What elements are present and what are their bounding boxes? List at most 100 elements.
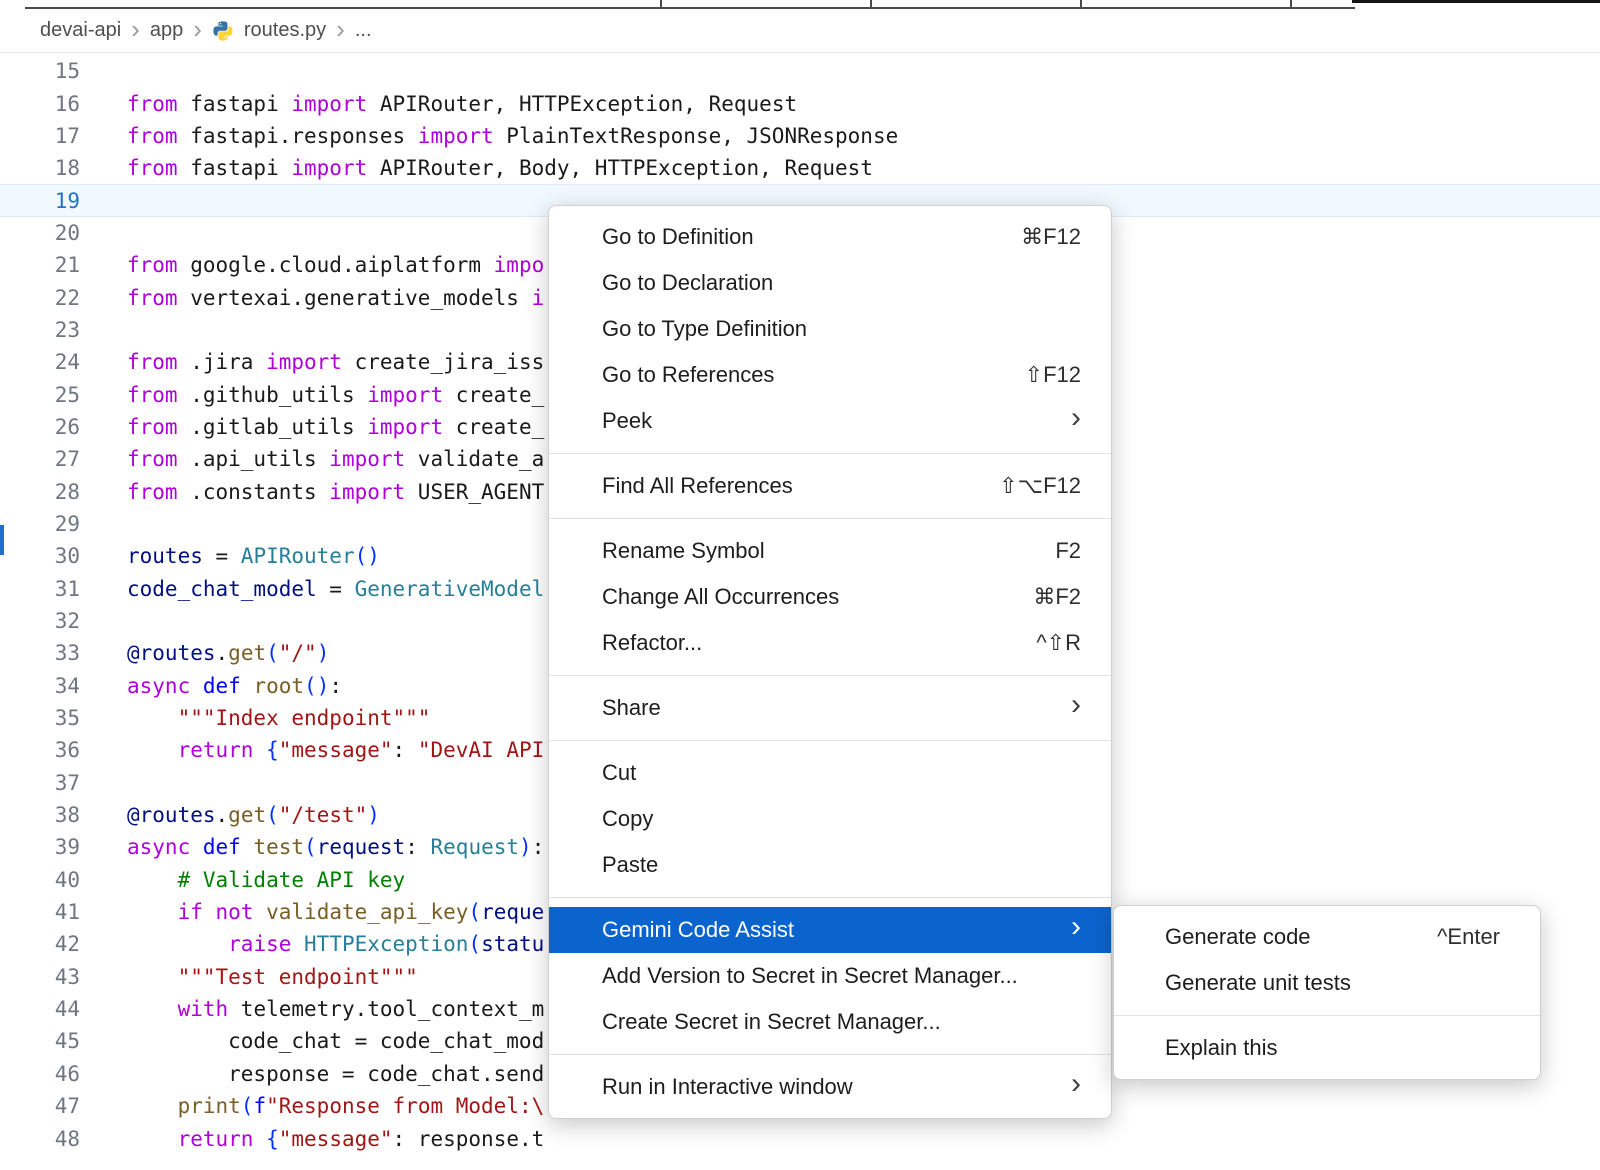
- menu-item-share[interactable]: Share›: [549, 685, 1111, 731]
- menu-item-run-in-interactive-window[interactable]: Run in Interactive window›: [549, 1064, 1111, 1110]
- line-number[interactable]: 30: [0, 544, 80, 568]
- code-text[interactable]: """Test endpoint""": [127, 965, 418, 989]
- line-number[interactable]: 41: [0, 900, 80, 924]
- menu-item-label: Generate code: [1165, 924, 1311, 950]
- breadcrumb-symbol[interactable]: ...: [355, 19, 372, 42]
- breadcrumb-folder[interactable]: app: [150, 19, 183, 42]
- line-number[interactable]: 19: [0, 189, 80, 213]
- code-text[interactable]: from .api_utils import validate_a: [127, 447, 544, 471]
- line-number[interactable]: 16: [0, 92, 80, 116]
- line-number[interactable]: 44: [0, 997, 80, 1021]
- menu-item-add-version-to-secret-in-secret-manager[interactable]: Add Version to Secret in Secret Manager.…: [549, 953, 1111, 999]
- line-number[interactable]: 39: [0, 835, 80, 859]
- line-number[interactable]: 46: [0, 1062, 80, 1086]
- line-number[interactable]: 40: [0, 868, 80, 892]
- code-text[interactable]: response = code_chat.send: [127, 1062, 544, 1086]
- code-line[interactable]: 16 from fastapi import APIRouter, HTTPExc…: [0, 87, 1600, 119]
- code-text[interactable]: print(f"Response from Model:\: [127, 1094, 544, 1118]
- code-text[interactable]: async def test(request: Request):: [127, 835, 544, 859]
- menu-item-change-all-occurrences[interactable]: Change All Occurrences⌘F2: [549, 574, 1111, 620]
- menu-item-generate-code[interactable]: Generate code ^Enter: [1114, 914, 1540, 960]
- code-text[interactable]: """Index endpoint""": [127, 706, 430, 730]
- code-text[interactable]: return {"message": "DevAI API: [127, 738, 544, 762]
- chevron-right-icon: ›: [193, 19, 202, 43]
- menu-item-label: Go to Definition: [602, 224, 754, 250]
- line-number[interactable]: 17: [0, 124, 80, 148]
- line-number[interactable]: 15: [0, 59, 80, 83]
- menu-item-label: Share: [602, 695, 661, 721]
- code-text[interactable]: # Validate API key: [127, 868, 405, 892]
- menu-item-rename-symbol[interactable]: Rename SymbolF2: [549, 528, 1111, 574]
- line-number[interactable]: 37: [0, 771, 80, 795]
- line-number[interactable]: 35: [0, 706, 80, 730]
- line-number[interactable]: 36: [0, 738, 80, 762]
- menu-item-create-secret-in-secret-manager[interactable]: Create Secret in Secret Manager...: [549, 999, 1111, 1045]
- line-number[interactable]: 33: [0, 641, 80, 665]
- line-number[interactable]: 24: [0, 350, 80, 374]
- code-line[interactable]: 48 return {"message": response.t: [0, 1122, 1600, 1154]
- code-text[interactable]: @routes.get("/"): [127, 641, 329, 665]
- line-number[interactable]: 27: [0, 447, 80, 471]
- code-text[interactable]: from google.cloud.aiplatform impo: [127, 253, 544, 277]
- menu-divider: [549, 740, 1111, 741]
- code-text[interactable]: code_chat_model = GenerativeModel: [127, 577, 544, 601]
- code-text[interactable]: @routes.get("/test"): [127, 803, 380, 827]
- line-number[interactable]: 18: [0, 156, 80, 180]
- code-text[interactable]: from vertexai.generative_models i: [127, 286, 544, 310]
- breadcrumb-file[interactable]: routes.py: [244, 19, 326, 42]
- line-number[interactable]: 29: [0, 512, 80, 536]
- line-number[interactable]: 45: [0, 1029, 80, 1053]
- menu-item-go-to-type-definition[interactable]: Go to Type Definition: [549, 306, 1111, 352]
- line-number[interactable]: 42: [0, 932, 80, 956]
- menu-item-explain-this[interactable]: Explain this: [1114, 1025, 1540, 1071]
- menu-item-label: Add Version to Secret in Secret Manager.…: [602, 963, 1018, 989]
- line-number[interactable]: 34: [0, 674, 80, 698]
- code-text[interactable]: return {"message": response.t: [127, 1127, 544, 1151]
- menu-item-find-all-references[interactable]: Find All References⇧⌥F12: [549, 463, 1111, 509]
- menu-item-go-to-definition[interactable]: Go to Definition⌘F12: [549, 214, 1111, 260]
- line-number[interactable]: 28: [0, 480, 80, 504]
- code-line[interactable]: 18 from fastapi import APIRouter, Body, H…: [0, 152, 1600, 184]
- menu-item-keybinding: ^Enter: [1437, 924, 1500, 950]
- menu-item-go-to-declaration[interactable]: Go to Declaration: [549, 260, 1111, 306]
- code-text[interactable]: from .constants import USER_AGENT: [127, 480, 544, 504]
- code-text[interactable]: with telemetry.tool_context_m: [127, 997, 544, 1021]
- menu-item-gemini-code-assist[interactable]: Gemini Code Assist›: [549, 907, 1111, 953]
- line-number[interactable]: 25: [0, 383, 80, 407]
- line-number[interactable]: 20: [0, 221, 80, 245]
- menu-item-peek[interactable]: Peek›: [549, 398, 1111, 444]
- line-number[interactable]: 48: [0, 1127, 80, 1151]
- code-line[interactable]: 15: [0, 55, 1600, 87]
- code-text[interactable]: from fastapi import APIRouter, Body, HTT…: [127, 156, 873, 180]
- code-text[interactable]: code_chat = code_chat_mod: [127, 1029, 544, 1053]
- code-text[interactable]: from .github_utils import create_: [127, 383, 544, 407]
- code-text[interactable]: raise HTTPException(statu: [127, 932, 544, 956]
- menu-item-cut[interactable]: Cut: [549, 750, 1111, 796]
- code-text[interactable]: if not validate_api_key(reque: [127, 900, 544, 924]
- menu-item-paste[interactable]: Paste: [549, 842, 1111, 888]
- line-number[interactable]: 38: [0, 803, 80, 827]
- menu-divider: [1114, 1015, 1540, 1016]
- line-number[interactable]: 43: [0, 965, 80, 989]
- code-text[interactable]: from fastapi import APIRouter, HTTPExcep…: [127, 92, 797, 116]
- code-text[interactable]: async def root():: [127, 674, 342, 698]
- menu-item-generate-unit-tests[interactable]: Generate unit tests: [1114, 960, 1540, 1006]
- tab-separator: [660, 0, 662, 9]
- line-number[interactable]: 32: [0, 609, 80, 633]
- line-number[interactable]: 31: [0, 577, 80, 601]
- code-text[interactable]: from fastapi.responses import PlainTextR…: [127, 124, 898, 148]
- line-number[interactable]: 22: [0, 286, 80, 310]
- menu-item-refactor[interactable]: Refactor...^⇧R: [549, 620, 1111, 666]
- code-text[interactable]: from .jira import create_jira_iss: [127, 350, 544, 374]
- line-number[interactable]: 21: [0, 253, 80, 277]
- menu-item-go-to-references[interactable]: Go to References⇧F12: [549, 352, 1111, 398]
- chevron-right-icon: ›: [1071, 1084, 1081, 1090]
- code-text[interactable]: routes = APIRouter(): [127, 544, 380, 568]
- breadcrumb-folder[interactable]: devai-api: [40, 19, 121, 42]
- line-number[interactable]: 26: [0, 415, 80, 439]
- menu-item-copy[interactable]: Copy: [549, 796, 1111, 842]
- line-number[interactable]: 47: [0, 1094, 80, 1118]
- line-number[interactable]: 23: [0, 318, 80, 342]
- code-text[interactable]: from .gitlab_utils import create_: [127, 415, 544, 439]
- code-line[interactable]: 17 from fastapi.responses import PlainTex…: [0, 120, 1600, 152]
